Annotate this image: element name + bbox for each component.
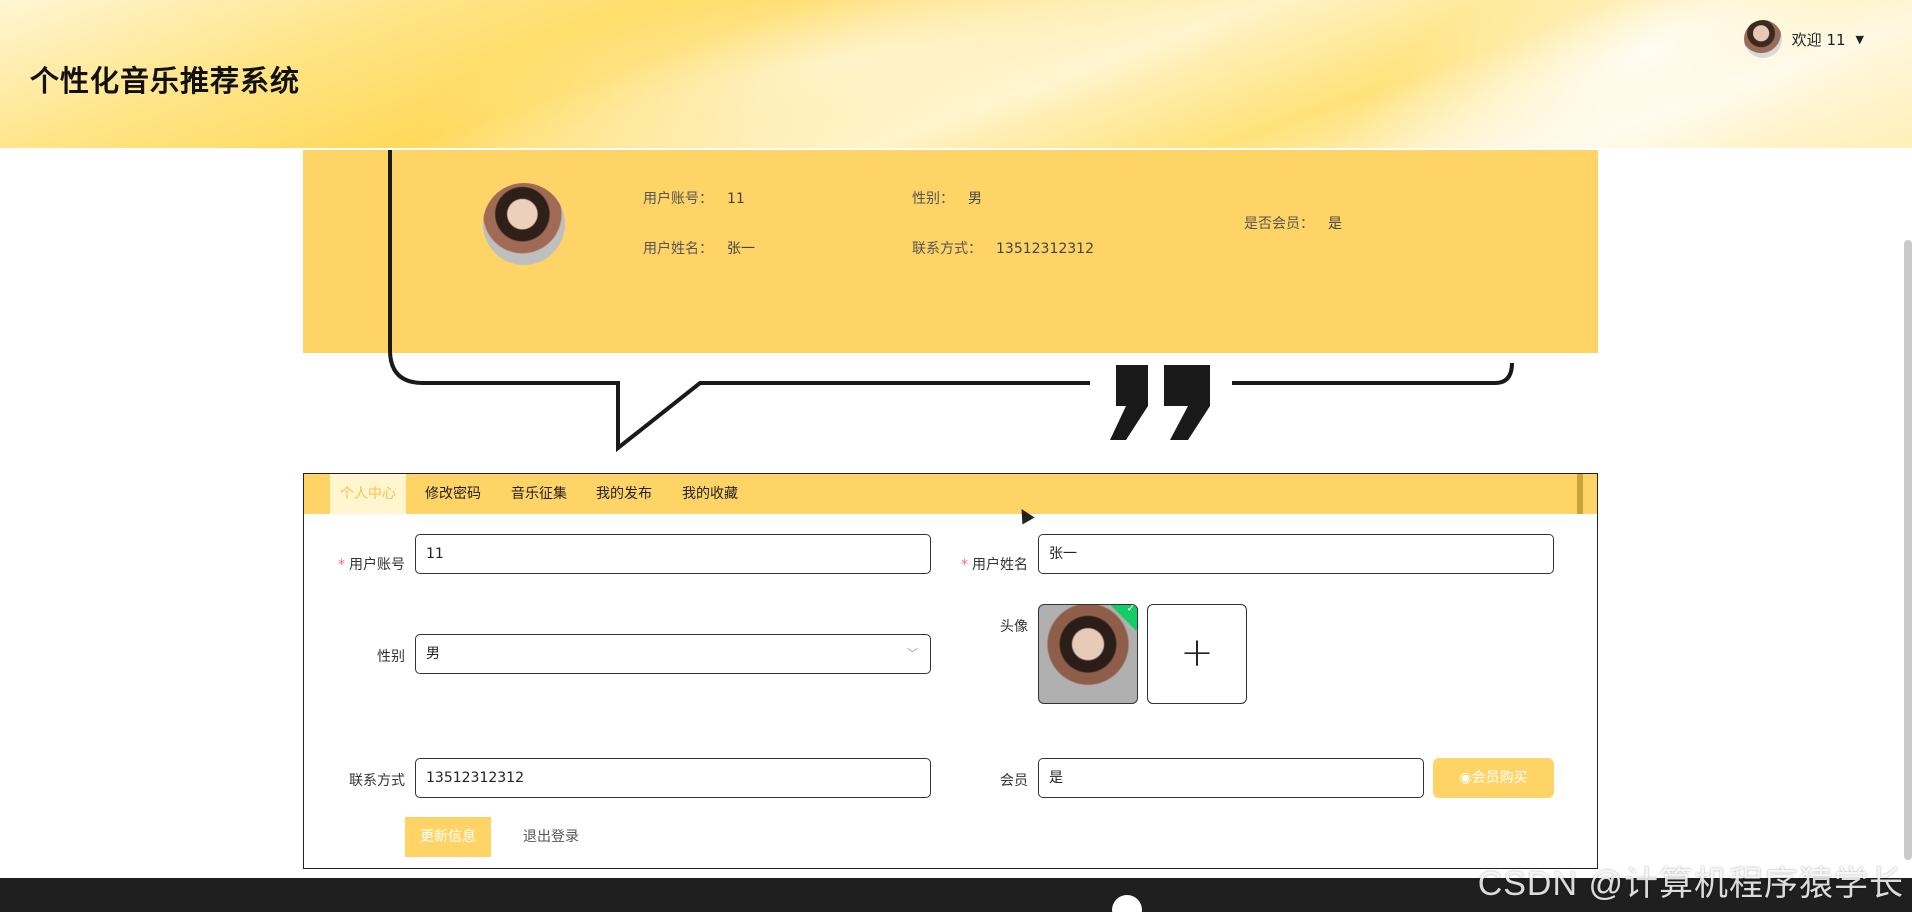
gender-label: 性别	[377, 649, 405, 665]
quote-icon	[1110, 365, 1210, 440]
avatar-thumbnail[interactable]: ✓	[1038, 604, 1138, 704]
profile-contact-label: 联系方式：	[912, 241, 982, 257]
update-info-button[interactable]: 更新信息	[405, 817, 491, 857]
site-title: 个性化音乐推荐系统	[30, 64, 301, 98]
account-input[interactable]: 11	[415, 534, 931, 574]
profile-gender-value: 男	[968, 191, 982, 207]
profile-name: 用户姓名： 张一	[643, 238, 755, 258]
profile-contact-value: 13512312312	[996, 241, 1094, 257]
profile-contact: 联系方式： 13512312312	[912, 238, 1094, 258]
profile-vip-value: 是	[1328, 216, 1342, 232]
vip-purchase-label: 会员购买	[1471, 770, 1528, 786]
tab-my-posts[interactable]: 我的发布	[586, 474, 662, 514]
profile-gender-label: 性别：	[912, 191, 954, 207]
gender-select[interactable]: 男 ﹀	[415, 634, 931, 674]
top-header: 个性化音乐推荐系统 欢迎 11 ▼	[0, 0, 1912, 148]
avatar-upload-button[interactable]: +	[1147, 604, 1247, 704]
header-decoration	[389, 0, 1311, 148]
vip-icon: ◉	[1459, 770, 1472, 786]
account-label: * 用户账号	[315, 554, 405, 574]
name-label-text: 用户姓名	[972, 557, 1028, 573]
vip-label: 会员	[1000, 773, 1028, 789]
tab-change-password[interactable]: 修改密码	[415, 474, 491, 514]
profile-account-value: 11	[727, 191, 745, 207]
profile-account: 用户账号： 11	[643, 188, 745, 208]
page-scrollbar[interactable]	[1904, 240, 1912, 860]
check-icon: ✓	[1126, 604, 1136, 615]
required-mark: *	[338, 557, 345, 573]
logout-button[interactable]: 退出登录	[508, 817, 594, 857]
tab-music-collection[interactable]: 音乐征集	[501, 474, 577, 514]
upload-success-badge: ✓	[1107, 604, 1137, 631]
profile-avatar	[483, 183, 565, 265]
profile-name-value: 张一	[727, 241, 755, 257]
personal-center-panel: 个人中心 修改密码 音乐征集 我的发布 我的收藏 * 用户账号 11 * 用户姓名 …	[303, 473, 1598, 869]
profile-summary-card: 用户账号： 11 用户姓名： 张一 性别： 男 联系方式： 13512312312 是否…	[303, 150, 1598, 353]
user-avatar[interactable]	[1743, 20, 1782, 58]
vip-purchase-button[interactable]: ◉会员购买	[1433, 758, 1554, 798]
profile-vip: 是否会员： 是	[1244, 213, 1342, 233]
tab-bar-scroll-edge	[1577, 474, 1583, 514]
tab-personal-center[interactable]: 个人中心	[330, 474, 406, 514]
user-menu[interactable]: 欢迎 11 ▼	[1743, 20, 1864, 58]
tab-my-favorites[interactable]: 我的收藏	[672, 474, 748, 514]
profile-name-label: 用户姓名：	[643, 241, 713, 257]
profile-account-label: 用户账号：	[643, 191, 713, 207]
gender-select-value: 男	[426, 646, 440, 662]
chevron-down-icon: ﹀	[907, 647, 918, 660]
watermark: CSDN @计算机程序猿学长	[1477, 865, 1904, 903]
required-mark: *	[961, 557, 968, 573]
avatar-label: 头像	[1000, 619, 1028, 635]
contact-input[interactable]: 13512312312	[415, 758, 931, 798]
bubble-outline-right	[1232, 362, 1514, 385]
contact-label: 联系方式	[349, 773, 405, 789]
footer-icon[interactable]	[1112, 895, 1142, 912]
vip-input[interactable]: 是	[1038, 758, 1424, 798]
account-label-text: 用户账号	[349, 557, 405, 573]
plus-icon: +	[1180, 630, 1214, 676]
profile-gender: 性别： 男	[912, 188, 982, 208]
name-label: * 用户姓名	[938, 554, 1028, 574]
welcome-text[interactable]: 欢迎 11	[1792, 29, 1846, 50]
profile-vip-label: 是否会员：	[1244, 216, 1314, 232]
tab-bar: 个人中心 修改密码 音乐征集 我的发布 我的收藏	[304, 474, 1597, 514]
caret-down-icon[interactable]: ▼	[1856, 33, 1864, 46]
name-input[interactable]: 张一	[1038, 534, 1554, 574]
